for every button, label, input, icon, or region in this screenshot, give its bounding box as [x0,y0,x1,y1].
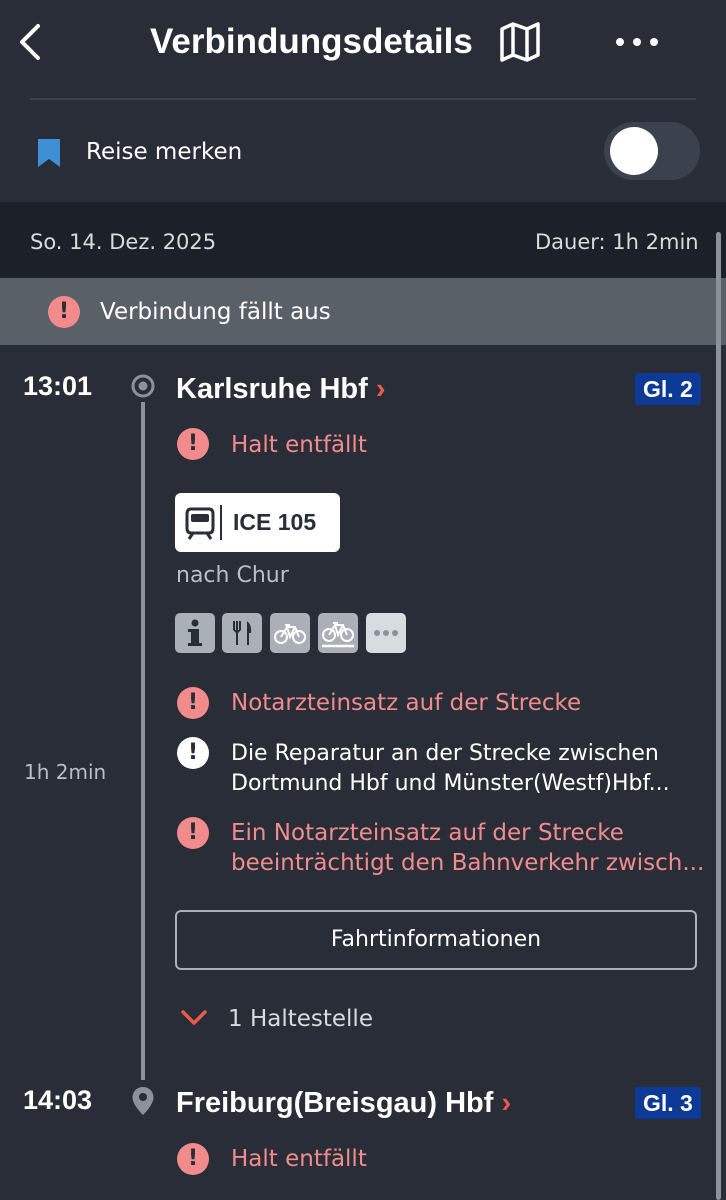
arrival-chevron-icon: › [501,1087,512,1119]
bike-reservation-icon [318,613,358,653]
chevron-left-icon [20,24,40,60]
departure-chevron-icon: › [375,373,386,405]
back-button[interactable] [14,20,50,64]
more-button[interactable] [612,24,662,60]
map-icon [500,22,540,62]
bookmark-icon [36,137,62,169]
cancellation-text: Verbindung fällt aus [100,299,331,325]
arrival-station-name: Freiburg(Breisgau) Hbf [176,1087,494,1119]
location-pin-icon [131,1086,155,1120]
restaurant-icon [222,613,262,653]
warning-icon: ! [48,296,80,328]
expand-stops-button[interactable] [178,1002,210,1038]
arrival-station[interactable]: Freiburg(Breisgau) Hbf › [176,1084,511,1122]
timeline-line [141,402,145,1080]
departure-time: 13:01 [23,371,93,401]
train-badge[interactable]: ICE 105 [175,493,340,552]
scrollbar[interactable] [716,232,721,1200]
warning-icon: ! [177,428,209,460]
warning-icon: ! [177,817,209,849]
arrival-platform-badge: Gl. 3 [635,1087,701,1119]
departure-station[interactable]: Karlsruhe Hbf › [176,370,386,408]
message-repair-line2: Dortmund Hbf und Münster(Westf)Hbf... [231,771,670,796]
message-emergency: Notarzteinsatz auf der Strecke [231,690,582,716]
toggle-knob [610,127,658,175]
train-badge-separator [220,505,222,540]
warning-icon: ! [177,1143,209,1175]
chevron-down-icon [181,1010,207,1025]
message-emergency-detail-line2: beeinträchtigt den Bahnverkehr zwisch... [231,850,705,876]
info-warning-icon: ! [177,737,209,769]
page-title: Verbindungsdetails [150,22,473,61]
message-emergency-detail-line1: Ein Notarzteinsatz auf der Strecke [231,820,624,846]
departure-dot-icon [130,373,156,403]
travel-date: So. 14. Dez. 2025 [30,230,217,254]
save-trip-toggle[interactable] [604,122,700,180]
train-name: ICE 105 [233,509,317,535]
travel-duration: Dauer: 1h 2min [535,230,699,254]
arrival-stop-status: Halt entfällt [231,1146,367,1172]
segment-duration: 1h 2min [24,760,107,784]
train-direction: nach Chur [176,563,289,588]
header-divider [30,98,696,100]
bike-icon [270,613,310,653]
message-repair-line1: Die Reparatur an der Strecke zwischen [231,741,659,766]
trip-info-button[interactable]: Fahrtinformationen [175,910,697,970]
departure-platform-badge: Gl. 2 [635,373,701,405]
arrival-time: 14:03 [23,1085,93,1115]
departure-station-name: Karlsruhe Hbf [176,373,368,405]
more-horizontal-icon [616,38,658,46]
warning-icon: ! [177,687,209,719]
trip-info-button-label: Fahrtinformationen [330,927,542,952]
map-button[interactable] [498,20,542,64]
info-icon [175,613,215,653]
train-icon [185,507,215,540]
save-trip-label: Reise merken [86,139,243,165]
more-amenities-icon[interactable] [366,613,406,653]
departure-stop-status: Halt entfällt [231,432,367,458]
intermediate-stops-label[interactable]: 1 Haltestelle [228,1003,373,1035]
